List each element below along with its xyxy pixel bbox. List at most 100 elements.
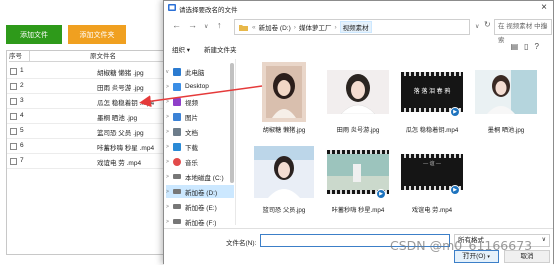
- row-file-name: 墨桐 晒池 .jpg: [97, 115, 138, 122]
- back-arrow-icon[interactable]: ←: [172, 20, 181, 30]
- breadcrumb-drive-d[interactable]: 新加卷 (D:): [259, 22, 291, 32]
- nav-item-label: 下载: [185, 144, 198, 152]
- expand-chevron-icon[interactable]: >: [166, 159, 173, 165]
- expand-chevron-icon[interactable]: >: [166, 189, 173, 195]
- main-app-window: 添加文件 添加文件夹 序号 原文件名 1 胡椒糖 懒猪 .jpg 2 田雨 炎号…: [0, 0, 176, 264]
- row-checkbox[interactable]: [10, 113, 17, 120]
- file-thumbnail: ▶: [324, 141, 392, 203]
- search-input[interactable]: 在 视频素材 中搜索 ⌕: [494, 19, 552, 44]
- nav-item-documents[interactable]: > 文档: [166, 125, 234, 138]
- file-thumbnail: [472, 61, 540, 123]
- row-checkbox[interactable]: [10, 98, 17, 105]
- refresh-icon[interactable]: ↻: [484, 20, 491, 29]
- expand-chevron-icon[interactable]: >: [166, 84, 173, 90]
- row-checkbox[interactable]: [10, 158, 17, 165]
- nav-item-drive-c[interactable]: > 本地磁盘 (C:): [166, 170, 234, 183]
- file-thumbnail: — 谊 — ▶: [398, 141, 466, 203]
- table-row[interactable]: 5 篮司恐 父员 .jpg: [7, 124, 176, 139]
- dialog-title: 请选择要改名的文件: [179, 7, 238, 14]
- table-row[interactable]: 3 瓜怎 稳稳着钥 .mp4: [7, 94, 176, 109]
- file-name-label: 田雨 炎号游.jpg: [336, 127, 380, 134]
- row-index: 3: [20, 97, 24, 104]
- breadcrumb-media-factory[interactable]: 媒体萝工厂: [299, 22, 332, 32]
- expand-chevron-icon[interactable]: >: [166, 144, 173, 150]
- address-bar[interactable]: « 新加卷 (D:) › 媒体萝工厂 › 视频素材: [234, 19, 470, 35]
- breadcrumb-separator: ›: [334, 23, 337, 31]
- expand-chevron-icon[interactable]: >: [166, 174, 173, 180]
- preview-pane-icon[interactable]: ▯: [524, 42, 534, 51]
- breadcrumb-video-assets[interactable]: 视频素材: [339, 21, 372, 33]
- file-name-label: 胡椒糖 懒猪.jpg: [262, 127, 306, 134]
- expand-chevron-icon[interactable]: v: [166, 69, 173, 75]
- nav-item-music[interactable]: > 音乐: [166, 155, 234, 168]
- table-row[interactable]: 6 咔蓄秒嗨 秒星 .mp4: [7, 139, 176, 154]
- table-row[interactable]: 7 戏谊电 劳 .mp4: [7, 154, 176, 169]
- nav-item-label: 新加卷 (D:): [185, 189, 218, 197]
- row-checkbox[interactable]: [10, 68, 17, 75]
- forward-arrow-icon[interactable]: →: [188, 20, 197, 30]
- nav-item-videos[interactable]: > 视频: [166, 95, 234, 108]
- row-file-name: 田雨 炎号游 .jpg: [97, 85, 144, 92]
- new-folder-button[interactable]: 新建文件夹: [204, 44, 237, 54]
- expand-chevron-icon[interactable]: >: [166, 219, 173, 225]
- help-icon[interactable]: ?: [535, 42, 545, 51]
- organize-menu-button[interactable]: 组织 ▾: [172, 44, 190, 54]
- dialog-title-bar[interactable]: 请选择要改名的文件 ×: [164, 1, 553, 15]
- file-name-label: 篮司恐 父员.jpg: [262, 207, 306, 214]
- row-checkbox[interactable]: [10, 143, 17, 150]
- nav-item-this-pc[interactable]: v 此电脑: [166, 65, 234, 78]
- row-file-name: 瓜怎 稳稳着钥 .mp4: [97, 100, 155, 107]
- drive-icon: [173, 204, 181, 209]
- nav-item-drive-d[interactable]: > 新加卷 (D:): [166, 185, 234, 198]
- nav-item-label: 此电脑: [185, 69, 205, 77]
- view-mode-icon[interactable]: ▤: [511, 42, 525, 51]
- address-dropdown-chevron-icon[interactable]: ∨: [475, 23, 479, 30]
- table-row[interactable]: 1 胡椒糖 懒猪 .jpg: [7, 64, 176, 79]
- file-item[interactable]: — 谊 — ▶ 戏谊电 劳.mp4: [398, 141, 466, 221]
- nav-item-label: 图片: [185, 114, 198, 122]
- video-play-icon: ▶: [450, 185, 460, 195]
- nav-item-label: 本地磁盘 (C:): [185, 174, 224, 182]
- video-play-icon: ▶: [376, 189, 386, 199]
- open-button-label: 打开(O): [463, 253, 486, 260]
- file-item[interactable]: ▶ 咔蓄秒嗨 秒星.mp4: [324, 141, 392, 221]
- column-header-original-name[interactable]: 原文件名: [29, 51, 176, 62]
- file-item[interactable]: 篮司恐 父员.jpg: [250, 141, 318, 221]
- desktop-icon: [173, 82, 181, 91]
- file-name-label: 瓜怎 稳稳着钥.mp4: [405, 127, 459, 134]
- navigation-scrollbar[interactable]: [230, 63, 234, 183]
- column-header-index[interactable]: 序号: [9, 51, 29, 62]
- nav-item-label: 文档: [185, 129, 198, 137]
- breadcrumb-overflow[interactable]: «: [252, 24, 256, 31]
- row-checkbox[interactable]: [10, 83, 17, 90]
- nav-item-label: Desktop: [185, 83, 209, 90]
- file-item[interactable]: 田雨 炎号游.jpg: [324, 61, 392, 141]
- up-arrow-icon[interactable]: ↑: [217, 20, 222, 30]
- recent-locations-chevron-icon[interactable]: ∨: [204, 23, 208, 30]
- table-row[interactable]: 2 田雨 炎号游 .jpg: [7, 79, 176, 94]
- nav-item-drive-e[interactable]: > 新加卷 (E:): [166, 200, 234, 213]
- file-item[interactable]: 胡椒糖 懒猪.jpg: [250, 61, 318, 141]
- file-item[interactable]: 墨桐 晒池.jpg: [472, 61, 540, 141]
- expand-chevron-icon[interactable]: >: [166, 99, 173, 105]
- file-list-table: 序号 原文件名 1 胡椒糖 懒猪 .jpg 2 田雨 炎号游 .jpg 3 瓜怎…: [6, 50, 176, 255]
- expand-chevron-icon[interactable]: >: [166, 129, 173, 135]
- expand-chevron-icon[interactable]: >: [166, 204, 173, 210]
- close-icon[interactable]: ×: [541, 2, 547, 13]
- file-item[interactable]: 落 落 泪 春 鸦 ▶ 瓜怎 稳稳着钥.mp4: [398, 61, 466, 141]
- nav-item-downloads[interactable]: > 下载: [166, 140, 234, 153]
- row-checkbox[interactable]: [10, 128, 17, 135]
- expand-chevron-icon[interactable]: >: [166, 114, 173, 120]
- nav-item-desktop[interactable]: > Desktop: [166, 80, 234, 93]
- documents-folder-icon: [173, 127, 181, 136]
- chevron-down-icon: ▾: [487, 254, 490, 260]
- nav-item-pictures[interactable]: > 图片: [166, 110, 234, 123]
- row-index: 2: [20, 82, 24, 89]
- nav-item-drive-f[interactable]: > 新加卷 (F:): [166, 215, 234, 228]
- row-index: 1: [20, 67, 24, 74]
- file-name-label: 咔蓄秒嗨 秒星.mp4: [331, 207, 385, 214]
- add-file-button[interactable]: 添加文件: [6, 25, 62, 44]
- video-frame-text: 落 落 泪 春 鸦: [413, 89, 451, 95]
- table-row[interactable]: 4 墨桐 晒池 .jpg: [7, 109, 176, 124]
- add-folder-button[interactable]: 添加文件夹: [68, 25, 126, 44]
